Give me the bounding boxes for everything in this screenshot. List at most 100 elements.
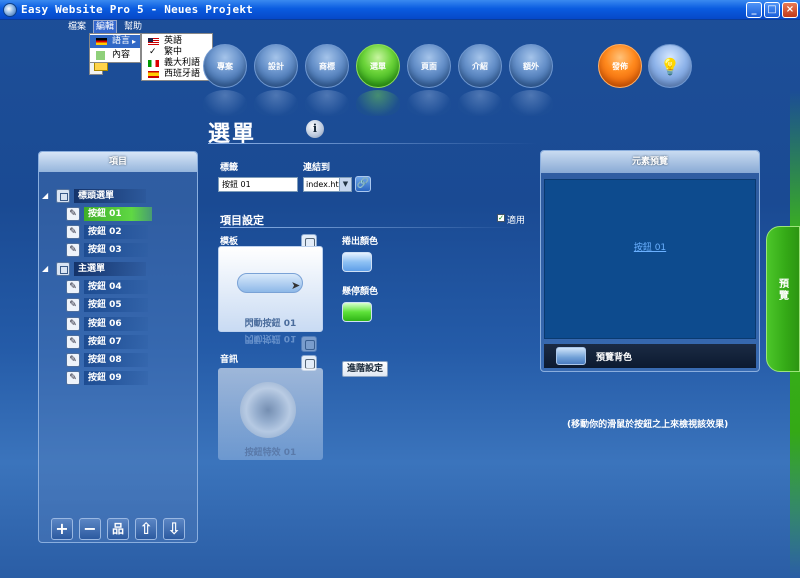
preview-bg-swatch[interactable] xyxy=(556,347,586,365)
tree-item[interactable]: ✎ 按鈕 09 xyxy=(42,370,192,386)
menu-item-content[interactable]: 內容 xyxy=(90,49,140,62)
apply-checkbox[interactable]: ✓ xyxy=(497,214,505,222)
apply-label: 適用 xyxy=(507,216,526,226)
edit-item-icon: ✎ xyxy=(66,317,80,331)
tree-item[interactable]: ✎ 按鈕 07 xyxy=(42,334,192,350)
label-field-label: 標籤 xyxy=(220,163,239,173)
menu-file[interactable]: 檔案 xyxy=(66,21,88,33)
chevron-down-icon[interactable]: ▼ xyxy=(339,178,351,191)
nav-reflection xyxy=(203,90,247,116)
hover-color-label: 懸停顏色 xyxy=(342,287,379,297)
edit-item-icon: ✎ xyxy=(66,335,80,349)
menu-item-language[interactable]: 語言 ▸ xyxy=(90,35,140,48)
settings-divider xyxy=(220,227,520,228)
element-preview-panel: 元素預覽 按鈕 01 預覽背色 xyxy=(540,150,760,372)
minimize-button[interactable]: _ xyxy=(746,2,762,18)
nav-reflection xyxy=(305,90,349,116)
hover-color-swatch[interactable] xyxy=(342,302,372,322)
nav-reflection xyxy=(407,90,451,116)
nav-reflection xyxy=(356,90,400,116)
tree-item[interactable]: ✎ 按鈕 01 xyxy=(42,206,192,222)
nav-extra[interactable]: 額外 xyxy=(509,44,553,88)
tree-item[interactable]: ✎ 按鈕 06 xyxy=(42,316,192,332)
us-flag-icon xyxy=(148,38,159,45)
menu-group-icon xyxy=(56,262,70,276)
sound-preview[interactable]: 按鈕特效 01 xyxy=(218,368,323,460)
tree-item[interactable]: ✎ 按鈕 05 xyxy=(42,297,192,313)
preview-side-tab-label: 預覽 xyxy=(779,279,789,302)
preview-button-link[interactable]: 按鈕 01 xyxy=(545,240,755,253)
edit-item-icon: ✎ xyxy=(66,280,80,294)
italy-flag-icon xyxy=(148,60,159,67)
menu-group-icon xyxy=(56,189,70,203)
preview-bg-label: 預覽背色 xyxy=(596,353,633,363)
template-picker-reflection xyxy=(301,336,317,352)
tree-group-header-menu[interactable]: ◢ 標頭選單 xyxy=(42,188,192,204)
advanced-settings-button[interactable]: 進階設定 xyxy=(342,361,388,377)
preview-side-tab[interactable]: 預覽 xyxy=(766,226,800,372)
maximize-button[interactable]: □ xyxy=(764,2,780,18)
link-select[interactable]: index.html ▼ xyxy=(303,177,352,192)
spain-flag-icon xyxy=(148,71,159,78)
edit-menu-dropdown: 語言 ▸ 內容 xyxy=(89,33,141,63)
nav-design[interactable]: 設計 xyxy=(254,44,298,88)
template-preview[interactable]: ➤ 閃動按鈕 01 xyxy=(218,246,323,332)
nav-reflection xyxy=(458,90,502,116)
close-button[interactable]: × xyxy=(782,2,798,18)
language-spanish[interactable]: 西班牙語 xyxy=(142,68,212,81)
expand-icon[interactable]: ◢ xyxy=(42,261,48,277)
submenu-arrow-icon: ▸ xyxy=(131,37,136,46)
move-up-button[interactable]: ⇧ xyxy=(135,518,157,540)
edit-item-icon: ✎ xyxy=(66,371,80,385)
title-bar: Easy Website Pro 5 - Neues Projekt _ □ × xyxy=(0,0,800,20)
sound-caption: 按鈕特效 01 xyxy=(244,448,297,458)
menu-edit[interactable]: 編輯 xyxy=(93,20,118,34)
expand-icon[interactable]: ◢ xyxy=(42,188,48,204)
title-divider xyxy=(208,143,538,144)
preview-bg-bar: 預覽背色 xyxy=(544,344,756,368)
label-input[interactable]: 按鈕 01 xyxy=(218,177,298,192)
items-toolbar: + − 品 ⇧ ⇩ xyxy=(51,518,187,540)
preview-canvas: 按鈕 01 xyxy=(544,179,756,339)
edit-item-icon: ✎ xyxy=(66,298,80,312)
nav-logo[interactable]: 商標 xyxy=(305,44,349,88)
edit-item-icon: ✎ xyxy=(66,243,80,257)
nav-reflection xyxy=(254,90,298,116)
info-icon[interactable]: i xyxy=(306,120,324,138)
tree-item[interactable]: ✎ 按鈕 08 xyxy=(42,352,192,368)
sound-label: 音訊 xyxy=(220,355,239,365)
items-panel: 項目 ◢ 標頭選單 ✎ 按鈕 01 ✎ 按鈕 02 ✎ 按鈕 03 ◢ 主選單 … xyxy=(38,151,198,543)
nav-pages[interactable]: 頁面 xyxy=(407,44,451,88)
tree-item[interactable]: ✎ 按鈕 04 xyxy=(42,279,192,295)
lightbulb-icon[interactable]: 💡 xyxy=(648,44,692,88)
tree-group-main-menu[interactable]: ◢ 主選單 xyxy=(42,261,192,277)
edit-item-icon: ✎ xyxy=(66,353,80,367)
nav-intro[interactable]: 介紹 xyxy=(458,44,502,88)
rollout-color-label: 捲出顏色 xyxy=(342,237,379,247)
cursor-icon: ➤ xyxy=(291,279,301,292)
nav-reflection xyxy=(509,90,553,116)
publish-button[interactable]: 發佈 xyxy=(598,44,642,88)
items-panel-header: 項目 xyxy=(39,152,197,172)
link-field-label: 連結到 xyxy=(303,163,331,173)
nav-menu[interactable]: 選單 xyxy=(356,44,400,88)
edit-item-icon: ✎ xyxy=(66,207,80,221)
content-icon xyxy=(96,51,105,60)
link-icon[interactable]: 🔗 xyxy=(355,176,371,192)
tree-structure-button[interactable]: 品 xyxy=(107,518,129,540)
preview-header: 元素預覽 xyxy=(541,151,759,173)
window-title: Easy Website Pro 5 - Neues Projekt xyxy=(21,3,253,16)
item-settings-title: 項目設定 xyxy=(220,214,264,227)
tree-item[interactable]: ✎ 按鈕 03 xyxy=(42,242,192,258)
move-down-button[interactable]: ⇩ xyxy=(163,518,185,540)
nav-project[interactable]: 專案 xyxy=(203,44,247,88)
rollout-color-swatch[interactable] xyxy=(342,252,372,272)
language-submenu: 英語 ✓ 繁中 義大利語 西班牙語 xyxy=(141,33,213,81)
edit-item-icon: ✎ xyxy=(66,225,80,239)
preview-hint: (移動你的滑鼠於按鈕之上來檢視該效果) xyxy=(567,420,729,430)
menu-help[interactable]: 幫助 xyxy=(122,21,144,33)
add-item-button[interactable]: + xyxy=(51,518,73,540)
remove-item-button[interactable]: − xyxy=(79,518,101,540)
app-icon xyxy=(3,3,17,17)
tree-item[interactable]: ✎ 按鈕 02 xyxy=(42,224,192,240)
